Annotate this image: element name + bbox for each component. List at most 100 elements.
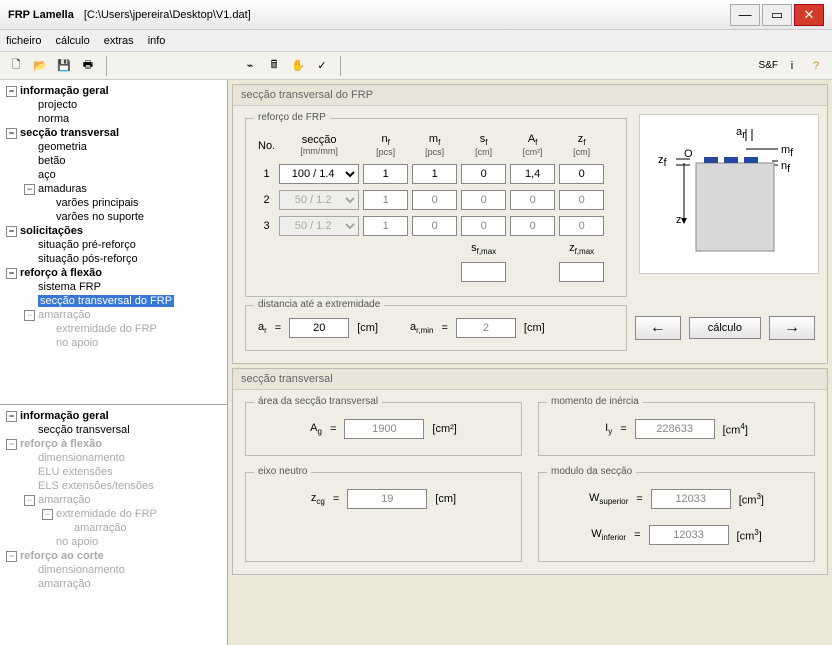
tree-item[interactable]: −reforço à flexão bbox=[2, 437, 225, 451]
svg-text:mf: mf bbox=[781, 144, 794, 159]
mf-input bbox=[412, 190, 457, 210]
sf-icon[interactable]: S&F bbox=[759, 56, 778, 76]
seccao-select: 50 / 1.2 bbox=[279, 190, 359, 210]
tree-item[interactable]: dimensionamento bbox=[2, 451, 225, 465]
help-icon[interactable]: ? bbox=[806, 56, 826, 76]
tree-item[interactable]: ELS extensões/tensões bbox=[2, 479, 225, 493]
toolbar: 🗋 📂 💾 🖶 ⌁ 🖩 ✋ ✓ S&F i ? bbox=[0, 52, 832, 80]
tree-item[interactable]: −informação geral bbox=[2, 409, 225, 423]
tree-top: −informação geral projecto norma −secção… bbox=[0, 80, 227, 405]
col-nf: nf[pcs] bbox=[363, 133, 408, 158]
check-icon[interactable]: ✓ bbox=[312, 56, 332, 76]
svg-text:O: O bbox=[684, 148, 693, 160]
tree-item[interactable]: −reforço ao corte bbox=[2, 549, 225, 563]
menu-calculo[interactable]: cálculo bbox=[55, 35, 89, 47]
open-icon[interactable]: 📂 bbox=[30, 56, 50, 76]
zcg-label: zcg bbox=[311, 492, 325, 506]
tree-item[interactable]: −solicitações bbox=[2, 224, 225, 238]
tree-item[interactable]: projecto bbox=[2, 98, 225, 112]
tree-item[interactable]: dimensionamento bbox=[2, 563, 225, 577]
fieldset-legend: reforço de FRP bbox=[254, 112, 330, 123]
fieldset-legend: momento de inércia bbox=[547, 396, 643, 407]
tree-item[interactable]: varões no suporte bbox=[2, 210, 225, 224]
info-icon[interactable]: i bbox=[782, 56, 802, 76]
tree-item[interactable]: amarração bbox=[2, 577, 225, 591]
col-seccao: secção[mm/mm] bbox=[279, 133, 359, 158]
app-name: FRP Lamella bbox=[8, 9, 74, 21]
tree-item[interactable]: −informação geral bbox=[2, 84, 225, 98]
tree-item[interactable]: amarração bbox=[2, 521, 225, 535]
af-input[interactable] bbox=[510, 164, 555, 184]
calc-button[interactable]: cálculo bbox=[689, 317, 761, 339]
tree-item[interactable]: −amarração bbox=[2, 493, 225, 507]
hand-icon[interactable]: ✋ bbox=[288, 56, 308, 76]
tree-item[interactable]: extremidade do FRP bbox=[2, 322, 225, 336]
af-input bbox=[510, 216, 555, 236]
tree-item[interactable]: ELU extensões bbox=[2, 465, 225, 479]
tree-item[interactable]: betão bbox=[2, 154, 225, 168]
print-icon[interactable]: 🖶 bbox=[78, 56, 98, 76]
tree-item[interactable]: −amaduras bbox=[2, 182, 225, 196]
new-icon[interactable]: 🗋 bbox=[6, 56, 26, 76]
col-af: Af[cm²] bbox=[510, 133, 555, 158]
tree-item[interactable]: aço bbox=[2, 168, 225, 182]
panel-frp: secção transversal do FRP reforço de FRP… bbox=[232, 84, 828, 364]
mf-input bbox=[412, 216, 457, 236]
tree-item[interactable]: geometria bbox=[2, 140, 225, 154]
wsup-label: Wsuperior bbox=[589, 492, 628, 506]
tree-item[interactable]: varões principais bbox=[2, 196, 225, 210]
col-mf: mf[pcs] bbox=[412, 133, 457, 158]
key-icon[interactable]: ⌁ bbox=[240, 56, 260, 76]
menu-info[interactable]: info bbox=[148, 35, 166, 47]
seccao-select[interactable]: 100 / 1.4 bbox=[279, 164, 359, 184]
save-icon[interactable]: 💾 bbox=[54, 56, 74, 76]
tree-bottom: −informação geral secção transversal −re… bbox=[0, 405, 227, 645]
frp-row: 3 50 / 1.2 bbox=[258, 216, 604, 236]
ar-input[interactable] bbox=[289, 318, 349, 338]
zf-input[interactable] bbox=[559, 164, 604, 184]
tree-item[interactable]: no apoio bbox=[2, 535, 225, 549]
sf-input[interactable] bbox=[461, 164, 506, 184]
zfmax-label: zf,max bbox=[559, 242, 604, 256]
zcg-value bbox=[347, 489, 427, 509]
fieldset-legend: modulo da secção bbox=[547, 466, 636, 477]
tree-item[interactable]: no apoio bbox=[2, 336, 225, 350]
maximize-button[interactable]: ▭ bbox=[762, 4, 792, 26]
tree-item[interactable]: −amarração bbox=[2, 308, 225, 322]
title-bar: FRP Lamella [C:\Users\jpereira\Desktop\V… bbox=[0, 0, 832, 30]
fieldset-legend: eixo neutro bbox=[254, 466, 311, 477]
tree-item[interactable]: sistema FRP bbox=[2, 280, 225, 294]
sf-input bbox=[461, 216, 506, 236]
tree-item[interactable]: −secção transversal bbox=[2, 126, 225, 140]
close-button[interactable]: ✕ bbox=[794, 4, 824, 26]
menu-ficheiro[interactable]: ficheiro bbox=[6, 35, 41, 47]
tree-item[interactable]: situação pós-reforço bbox=[2, 252, 225, 266]
winf-label: Winferior bbox=[591, 528, 626, 542]
next-button[interactable]: → bbox=[769, 316, 815, 340]
prev-button[interactable]: ← bbox=[635, 316, 681, 340]
tree-item[interactable]: −extremidade do FRP bbox=[2, 507, 225, 521]
svg-text:ar: ar bbox=[736, 126, 746, 141]
nf-input[interactable] bbox=[363, 164, 408, 184]
menu-extras[interactable]: extras bbox=[104, 35, 134, 47]
seccao-select: 50 / 1.2 bbox=[279, 216, 359, 236]
sf-input bbox=[461, 190, 506, 210]
minimize-button[interactable]: — bbox=[730, 4, 760, 26]
menu-bar: ficheiro cálculo extras info bbox=[0, 30, 832, 52]
ag-label: Ag bbox=[310, 422, 322, 436]
tree-item[interactable]: norma bbox=[2, 112, 225, 126]
ar-label: ar bbox=[258, 321, 267, 335]
tree-item-selected[interactable]: secção transversal do FRP bbox=[2, 294, 225, 308]
nf-input bbox=[363, 216, 408, 236]
panel-section: secção transversal área da secção transv… bbox=[232, 368, 828, 575]
iy-value bbox=[635, 419, 715, 439]
mf-input[interactable] bbox=[412, 164, 457, 184]
panel-title: secção transversal bbox=[233, 369, 827, 390]
tree-item[interactable]: −reforço à flexão bbox=[2, 266, 225, 280]
calc-icon[interactable]: 🖩 bbox=[264, 56, 284, 76]
tree-item[interactable]: secção transversal bbox=[2, 423, 225, 437]
tree-item[interactable]: situação pré-reforço bbox=[2, 238, 225, 252]
armin-input bbox=[456, 318, 516, 338]
svg-text:zf: zf bbox=[658, 154, 668, 169]
svg-text:z: z bbox=[676, 214, 682, 226]
